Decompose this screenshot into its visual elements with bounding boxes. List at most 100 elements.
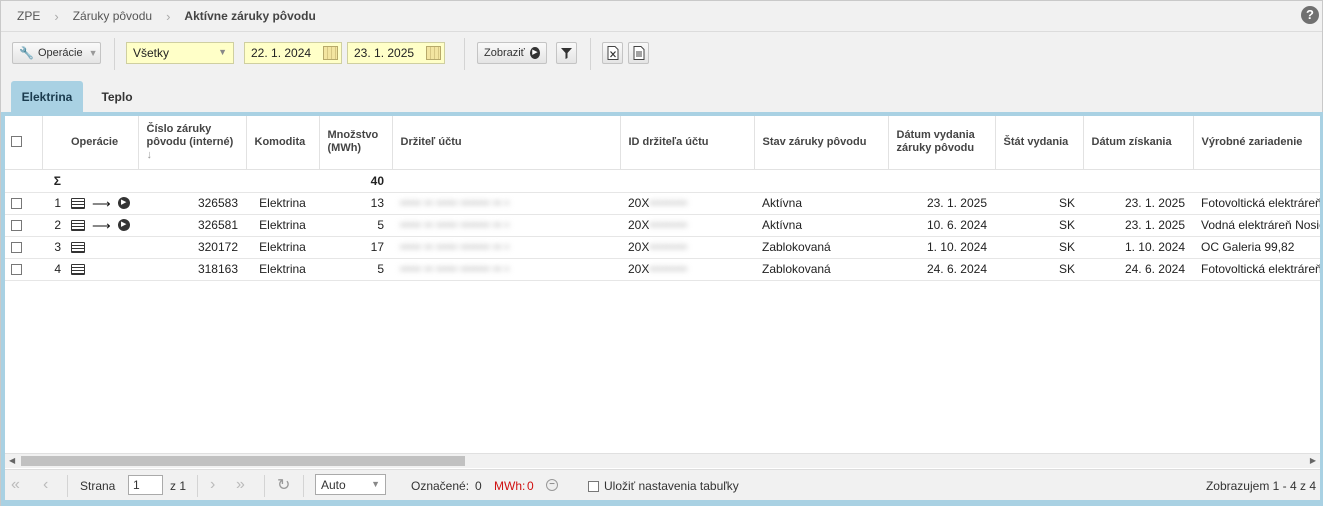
export-document-button[interactable] <box>628 42 649 64</box>
toolbar-divider <box>114 38 115 70</box>
select-all-checkbox[interactable] <box>11 136 22 148</box>
table-row[interactable]: 2 ⟶ ▶ 326581 Elektrina 5 ••••• •• ••••• •… <box>5 214 1320 237</box>
cell-device: Vodná elektráreň Nosice <box>1193 214 1320 237</box>
pager-divider <box>67 475 68 497</box>
prev-page-icon[interactable]: ‹ <box>43 476 48 494</box>
date-from-field[interactable]: 22. 1. 2024 <box>244 42 342 64</box>
page-number-input[interactable]: 1 <box>128 475 163 495</box>
breadcrumb-zaruky[interactable]: Záruky pôvodu <box>73 9 152 23</box>
cell-status: Aktívna <box>754 214 888 237</box>
header-issue-date[interactable]: Dátum vydania záruky pôvodu <box>888 116 996 170</box>
row-checkbox[interactable] <box>11 264 22 276</box>
detail-list-icon[interactable] <box>71 263 85 275</box>
cell-status: Zablokovaná <box>754 258 888 281</box>
guarantees-table: Operácie Číslo záruky pôvodu (interné) ↓… <box>5 116 1320 281</box>
header-status[interactable]: Stav záruky pôvodu <box>754 116 889 170</box>
header-issue-country[interactable]: Štát vydania <box>995 116 1084 170</box>
clear-selection-icon[interactable]: − <box>546 479 558 491</box>
play-circle-icon[interactable]: ▶ <box>117 219 130 231</box>
filter-icon <box>561 47 572 59</box>
scrollbar-thumb[interactable] <box>21 456 465 466</box>
row-index: 1 <box>42 192 63 215</box>
cell-holder-id: 20X <box>628 218 650 232</box>
header-holder-id[interactable]: ID držiteľa účtu <box>620 116 755 170</box>
chevron-down-icon: ▼ <box>371 479 380 489</box>
operations-button[interactable]: 🔧 Operácie ▼ <box>12 42 101 64</box>
sum-row: Σ 40 <box>5 169 1320 193</box>
page-size-select[interactable]: Auto ▼ <box>315 474 386 495</box>
cell-country: SK <box>995 236 1083 259</box>
date-to-value: 23. 1. 2025 <box>354 46 415 60</box>
chevron-down-icon: ▼ <box>218 47 227 57</box>
header-device[interactable]: Výrobné zariadenie <box>1193 116 1320 170</box>
scope-select[interactable]: Všetky ▼ <box>126 42 234 64</box>
table-row[interactable]: 1 ⟶ ▶ 326583 Elektrina 13 ••••• •• ••••• … <box>5 192 1320 215</box>
cell-amount: 5 <box>319 214 392 237</box>
cell-issue-date: 24. 6. 2024 <box>888 258 995 281</box>
showing-info: Zobrazujem 1 - 4 z 4 <box>1205 479 1316 493</box>
table-row[interactable]: 4 318163 Elektrina 5 ••••• •• ••••• ••••… <box>5 258 1320 281</box>
date-to-field[interactable]: 23. 1. 2025 <box>347 42 445 64</box>
scroll-left-icon[interactable]: ◀ <box>9 456 15 465</box>
cell-holder-redacted: ••••• •• ••••• ••••••• •• • <box>400 240 510 254</box>
detail-list-icon[interactable] <box>71 219 85 231</box>
detail-list-icon[interactable] <box>71 197 85 209</box>
tab-teplo[interactable]: Teplo <box>87 81 147 112</box>
cell-number: 326581 <box>138 214 246 237</box>
cell-commodity: Elektrina <box>246 258 319 281</box>
row-checkbox[interactable] <box>11 220 22 232</box>
transfer-arrow-icon[interactable]: ⟶ <box>92 197 111 210</box>
cell-country: SK <box>995 258 1083 281</box>
show-button[interactable]: Zobraziť ▶ <box>477 42 547 64</box>
detail-list-icon[interactable] <box>71 241 85 253</box>
save-settings-toggle[interactable]: Uložiť nastavenia tabuľky <box>588 479 739 493</box>
row-checkbox[interactable] <box>11 242 22 254</box>
chevron-right-icon: › <box>54 8 59 24</box>
row-checkbox[interactable] <box>11 198 22 210</box>
cell-status: Zablokovaná <box>754 236 888 259</box>
first-page-icon[interactable]: « <box>11 476 20 494</box>
cell-acquired: 1. 10. 2024 <box>1083 236 1193 259</box>
breadcrumb-zpe[interactable]: ZPE <box>17 9 40 23</box>
header-holder[interactable]: Držiteľ účtu <box>392 116 621 170</box>
refresh-icon[interactable]: ↻ <box>277 475 290 495</box>
play-circle-icon[interactable]: ▶ <box>117 197 130 209</box>
filter-button[interactable] <box>556 42 577 64</box>
calendar-icon[interactable] <box>426 46 441 60</box>
header-row: Operácie Číslo záruky pôvodu (interné) ↓… <box>5 116 1320 170</box>
cell-number: 318163 <box>138 258 246 281</box>
scroll-right-icon[interactable]: ▶ <box>1310 456 1316 465</box>
pager-bar: « ‹ Strana 1 z 1 › » ↻ Auto ▼ Označené: … <box>5 469 1320 500</box>
last-page-icon[interactable]: » <box>236 476 245 494</box>
tab-elektrina[interactable]: Elektrina <box>11 81 83 112</box>
next-page-icon[interactable]: › <box>210 476 215 494</box>
save-settings-checkbox[interactable] <box>588 481 599 493</box>
cell-device: Fotovoltická elektráreň G <box>1193 192 1320 215</box>
calendar-icon[interactable] <box>323 46 338 60</box>
cell-issue-date: 23. 1. 2025 <box>888 192 995 215</box>
header-select-all[interactable] <box>5 116 43 170</box>
horizontal-scrollbar[interactable]: ◀ ▶ <box>5 453 1320 468</box>
cell-holder-redacted: ••••• •• ••••• ••••••• •• • <box>400 196 510 210</box>
header-number[interactable]: Číslo záruky pôvodu (interné) ↓ <box>138 116 247 170</box>
pager-divider <box>264 475 265 497</box>
header-amount[interactable]: Množstvo (MWh) <box>319 116 393 170</box>
chevron-right-icon: › <box>166 8 171 24</box>
date-from-value: 22. 1. 2024 <box>251 46 312 60</box>
help-icon[interactable]: ? <box>1301 6 1319 24</box>
pager-divider <box>303 475 304 497</box>
page-label: Strana <box>80 479 116 493</box>
export-excel-button[interactable] <box>602 42 623 64</box>
header-acquired-date[interactable]: Dátum získania <box>1083 116 1194 170</box>
mwh-label: MWh: <box>494 479 526 493</box>
header-commodity[interactable]: Komodita <box>246 116 320 170</box>
operations-label: Operácie <box>37 47 83 59</box>
cell-country: SK <box>995 192 1083 215</box>
transfer-arrow-icon[interactable]: ⟶ <box>92 219 111 232</box>
cell-issue-date: 10. 6. 2024 <box>888 214 995 237</box>
document-icon <box>633 46 644 60</box>
toolbar-divider <box>590 38 591 70</box>
table-row[interactable]: 3 320172 Elektrina 17 ••••• •• ••••• •••… <box>5 236 1320 259</box>
commodity-tabs: Elektrina Teplo <box>1 75 1322 112</box>
cell-issue-date: 1. 10. 2024 <box>888 236 995 259</box>
